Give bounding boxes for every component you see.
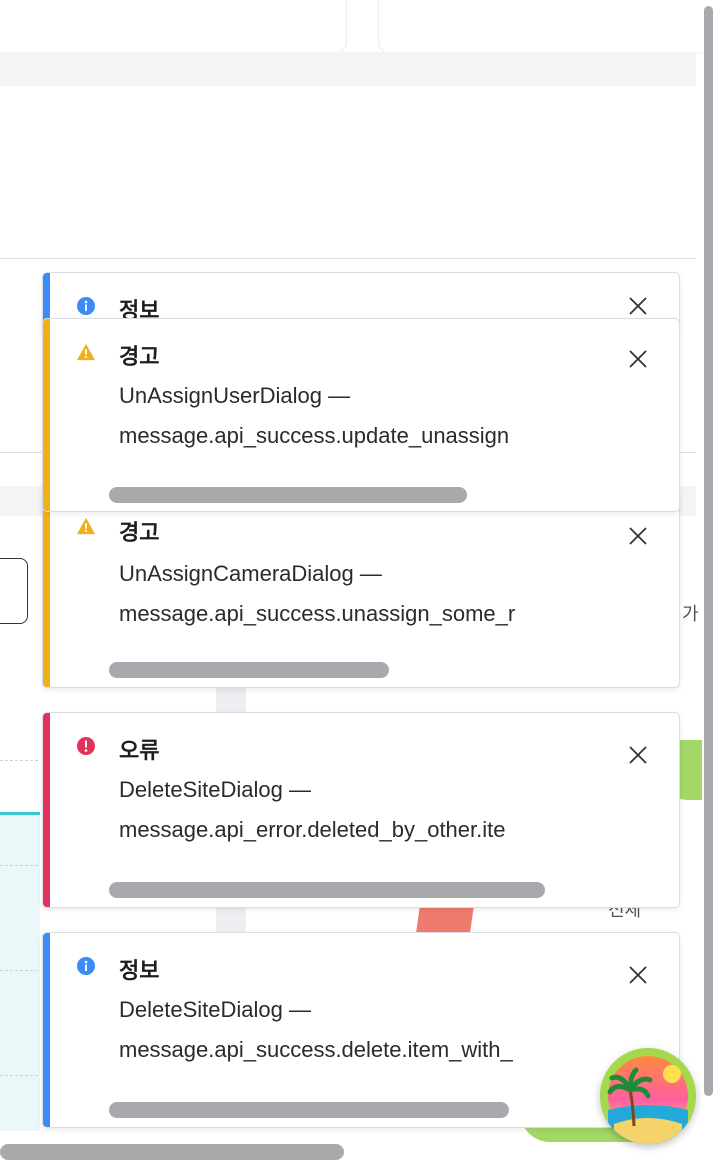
close-icon[interactable] [627,744,649,766]
toast-message: message.api_success.unassign_some_r [119,601,516,626]
toast-progress-bar [109,882,545,898]
toast-title: 오류 [119,738,160,763]
summary-card [378,0,710,54]
toast-accent [43,933,50,1127]
divider [0,258,696,259]
toast-warning: 경고 UnAssignCameraDialog — message.api_su… [42,490,680,688]
toast-accent [43,491,50,687]
close-icon[interactable] [627,964,649,986]
section-divider [0,52,696,86]
warning-icon [77,517,95,535]
toast-accent [43,319,50,511]
close-icon[interactable] [627,525,649,547]
info-icon [77,957,95,975]
warning-icon [77,343,95,361]
toast-title: 경고 [119,520,160,545]
info-icon [77,297,95,315]
beach-palm-avatar-icon[interactable] [600,1048,696,1144]
grid-line [0,865,38,866]
toast-message: message.api_success.update_unassign [119,423,510,448]
toast-info: 정보 DeleteSiteDialog — message.api_succes… [42,932,680,1128]
chart-area [0,812,40,1131]
toast-warning: 경고 UnAssignUserDialog — message.api_succ… [42,318,680,512]
toast-progress-bar [109,487,467,503]
toast-source: DeleteSiteDialog — [119,777,311,802]
horizontal-scrollbar[interactable] [0,1144,344,1160]
toast-source: UnAssignUserDialog — [119,383,351,408]
grid-line [0,1075,38,1076]
toast-title: 경고 [119,344,160,369]
toast-progress-bar [109,1102,509,1118]
filter-input[interactable] [0,558,28,624]
toast-message: message.api_error.deleted_by_other.ite [119,817,506,842]
side-label: 가 [682,604,699,624]
close-icon[interactable] [627,348,649,370]
toast-title: 정보 [119,958,160,983]
chart-slice [416,906,474,932]
toast-accent [43,713,50,907]
toast-progress-bar [109,662,389,678]
toast-message: message.api_success.delete.item_with_ [119,1037,513,1062]
grid-line [0,970,38,971]
error-icon [77,737,95,755]
vertical-scrollbar[interactable] [704,6,713,1096]
toast-error: 오류 DeleteSiteDialog — message.api_error.… [42,712,680,908]
close-icon[interactable] [627,295,649,317]
toast-source: UnAssignCameraDialog — [119,561,382,586]
toast-source: DeleteSiteDialog — [119,997,311,1022]
summary-card [0,0,347,54]
grid-line [0,760,38,761]
